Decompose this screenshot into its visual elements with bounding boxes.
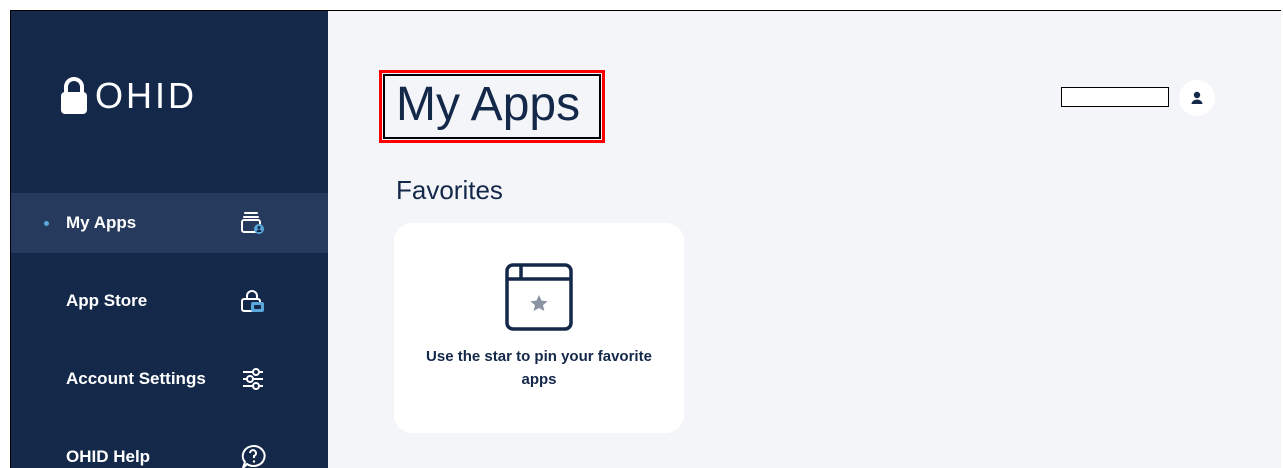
my-apps-icon (241, 212, 264, 234)
sidebar-item-my-apps[interactable]: My Apps (11, 193, 328, 253)
help-chat-icon (241, 444, 266, 468)
sidebar-item-account-settings[interactable]: Account Settings (11, 349, 328, 409)
lock-icon (61, 77, 87, 114)
sidebar-item-label: My Apps (66, 213, 137, 232)
ohid-logo[interactable]: OHID (59, 71, 197, 121)
page-title: My Apps (396, 78, 581, 131)
user-avatar-button[interactable] (1179, 80, 1215, 116)
sidebar-item-ohid-help[interactable]: OHID Help (11, 427, 328, 468)
favorites-empty-message: Use the star to pin your favorite apps (426, 348, 652, 388)
active-indicator-dot (44, 220, 49, 226)
settings-sliders-icon (243, 368, 263, 390)
sidebar-item-label: Account Settings (66, 369, 206, 388)
sidebar-item-label: OHID Help (66, 447, 151, 466)
sidebar: OHID My Apps App Store Account Settings … (11, 11, 328, 468)
star-window-icon (505, 263, 573, 331)
user-name-field[interactable] (1061, 87, 1169, 107)
favorites-heading: Favorites (396, 175, 503, 205)
main-content: My Apps Favorites Use the star to pin yo… (328, 11, 1281, 468)
app-store-icon (241, 290, 264, 312)
app-frame: OHID My Apps App Store Account Settings … (10, 10, 1281, 468)
favorites-empty-card: Use the star to pin your favorite apps (394, 223, 684, 433)
sidebar-item-label: App Store (66, 291, 148, 310)
brand-name: OHID (95, 75, 197, 116)
user-icon (1191, 91, 1203, 104)
sidebar-item-app-store[interactable]: App Store (11, 271, 328, 331)
